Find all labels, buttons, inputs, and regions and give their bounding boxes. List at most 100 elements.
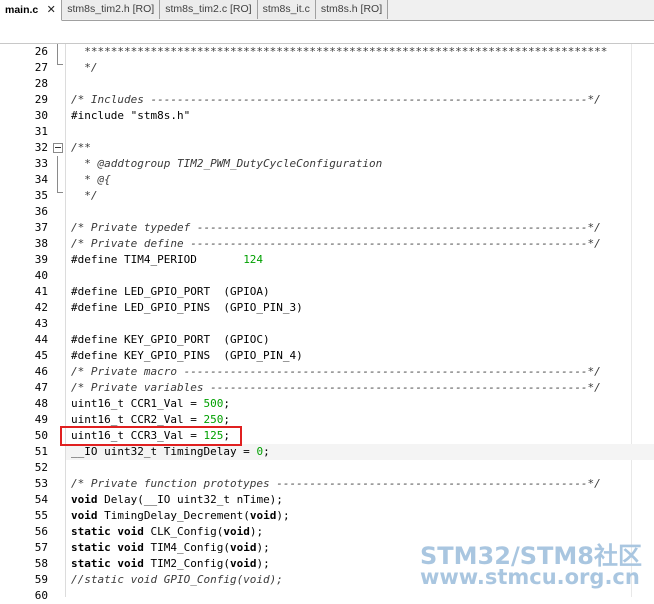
code-token: void [229,541,257,554]
line-number: 51 [34,445,48,458]
tab-4[interactable]: stm8s.h [RO] [315,0,389,19]
code-token: "stm8s.h" [130,109,191,122]
code-text: /* Private macro -----------------------… [71,364,601,380]
code-line[interactable]: 26 *************************************… [0,44,654,60]
code-text: * @addtogroup TIM2_PWM_DutyCycleConfigur… [71,156,382,172]
tab-3[interactable]: stm8s_it.c [257,0,316,19]
code-token: #include [71,109,131,122]
code-token: void [249,509,277,522]
code-line[interactable]: 45 #define KEY_GPIO_PINS (GPIO_PIN_4) [0,348,654,364]
code-text: /* Private variables -------------------… [71,380,601,396]
code-line[interactable]: 38 /* Private define --------------------… [0,236,654,252]
line-number: 27 [34,61,48,74]
code-line[interactable]: 43 [0,316,654,332]
fold-guide [57,44,58,64]
code-line[interactable]: 47 /* Private variables -----------------… [0,380,654,396]
line-number: 36 [34,205,48,218]
code-line[interactable]: 60 [0,588,654,604]
code-line[interactable]: 52 [0,460,654,476]
tab-1[interactable]: stm8s_tim2.h [RO] [62,0,161,19]
fold-toggle-icon[interactable] [53,143,63,153]
code-line[interactable]: 30 #include "stm8s.h" [0,108,654,124]
code-line[interactable]: 40 [0,268,654,284]
line-number: 38 [34,237,48,250]
code-text: void TimingDelay_Decrement(void); [71,508,290,524]
code-text: static void TIM2_Config(void); [71,556,270,572]
code-line[interactable]: 44 #define KEY_GPIO_PORT (GPIOC) [0,332,654,348]
code-line[interactable]: 42 #define LED_GPIO_PINS (GPIO_PIN_3) [0,300,654,316]
code-line[interactable]: 29 /* Includes --------------------------… [0,92,654,108]
code-token: #define LED_GPIO_PORT (GPIOA) [71,285,270,298]
code-line[interactable]: 55 void TimingDelay_Decrement(void); [0,508,654,524]
line-number: 33 [34,157,48,170]
code-line[interactable]: 36 [0,204,654,220]
code-line[interactable]: 46 /* Private macro ---------------------… [0,364,654,380]
code-token: */ [71,61,98,74]
code-text: //static void GPIO_Config(void); [71,572,283,588]
code-text: __IO uint32_t TimingDelay = 0; [71,444,270,460]
code-token: ; [263,445,270,458]
code-token: /** [71,141,91,154]
fold-end [57,192,63,193]
code-line[interactable]: 34 * @{ [0,172,654,188]
code-line[interactable]: 41 #define LED_GPIO_PORT (GPIOA) [0,284,654,300]
code-token: */ [71,189,98,202]
code-line[interactable]: 28 [0,76,654,92]
code-token: #define KEY_GPIO_PORT (GPIOC) [71,333,270,346]
code-text: ****************************************… [71,44,607,60]
code-line[interactable]: 39 #define TIM4_PERIOD 124 [0,252,654,268]
code-line[interactable]: 51 __IO uint32_t TimingDelay = 0; [0,444,654,460]
tab-label: stm8s_tim2.c [RO] [165,3,252,15]
code-line[interactable]: 54 void Delay(__IO uint32_t nTime); [0,492,654,508]
line-number: 55 [34,509,48,522]
code-token: uint16_t CCR1_Val = [71,397,204,410]
code-token: void [117,525,144,538]
editor-toolbar-strip [0,21,654,44]
code-token: ; [223,413,230,426]
code-line[interactable]: 35 */ [0,188,654,204]
code-token: void [117,541,144,554]
line-number: 59 [34,573,48,586]
code-text: */ [71,188,98,204]
code-token: void [229,557,257,570]
line-number: 34 [34,173,48,186]
code-text: void Delay(__IO uint32_t nTime); [71,492,283,508]
line-number: 40 [34,269,48,282]
line-number: 53 [34,477,48,490]
line-number: 50 [34,429,48,442]
code-token: TIM2_Config( [143,557,230,570]
tab-label: stm8s.h [RO] [320,3,383,15]
code-token: 124 [243,253,264,266]
line-number: 46 [34,365,48,378]
editor-tab-bar: main.c ✕ stm8s_tim2.h [RO] stm8s_tim2.c [RO… [0,0,654,21]
code-text: #include "stm8s.h" [71,108,190,124]
line-number: 56 [34,525,48,538]
code-token: #define TIM4_PERIOD [71,253,244,266]
code-text: * @{ [71,172,111,188]
code-line[interactable]: 53 /* Private function prototypes -------… [0,476,654,492]
code-line[interactable]: 37 /* Private typedef -------------------… [0,220,654,236]
code-line[interactable]: 32 /** [0,140,654,156]
tab-0[interactable]: main.c ✕ [0,0,63,21]
code-token: /* Private define ----------------------… [71,237,601,250]
line-number: 26 [34,45,48,58]
code-text: #define LED_GPIO_PINS (GPIO_PIN_3) [71,300,303,316]
close-tab-icon[interactable]: ✕ [46,1,56,20]
tab-2[interactable]: stm8s_tim2.c [RO] [160,0,258,19]
code-token: /* Private variables -------------------… [71,381,601,394]
code-token: #define KEY_GPIO_PINS (GPIO_PIN_4) [71,349,303,362]
annotation-highlight-box [60,426,242,446]
code-text: #define LED_GPIO_PORT (GPIOA) [71,284,270,300]
code-line[interactable]: 31 [0,124,654,140]
code-token: * @{ [71,173,111,186]
line-number: 58 [34,557,48,570]
code-token: ****************************************… [71,45,608,58]
code-token: TimingDelay_Decrement( [97,509,250,522]
code-line[interactable]: 33 * @addtogroup TIM2_PWM_DutyCycleConfi… [0,156,654,172]
code-token: void [71,493,98,506]
code-token: 250 [203,413,224,426]
code-line[interactable]: 48 uint16_t CCR1_Val = 500; [0,396,654,412]
line-number: 29 [34,93,48,106]
code-token: ); [276,509,290,522]
code-line[interactable]: 27 */ [0,60,654,76]
